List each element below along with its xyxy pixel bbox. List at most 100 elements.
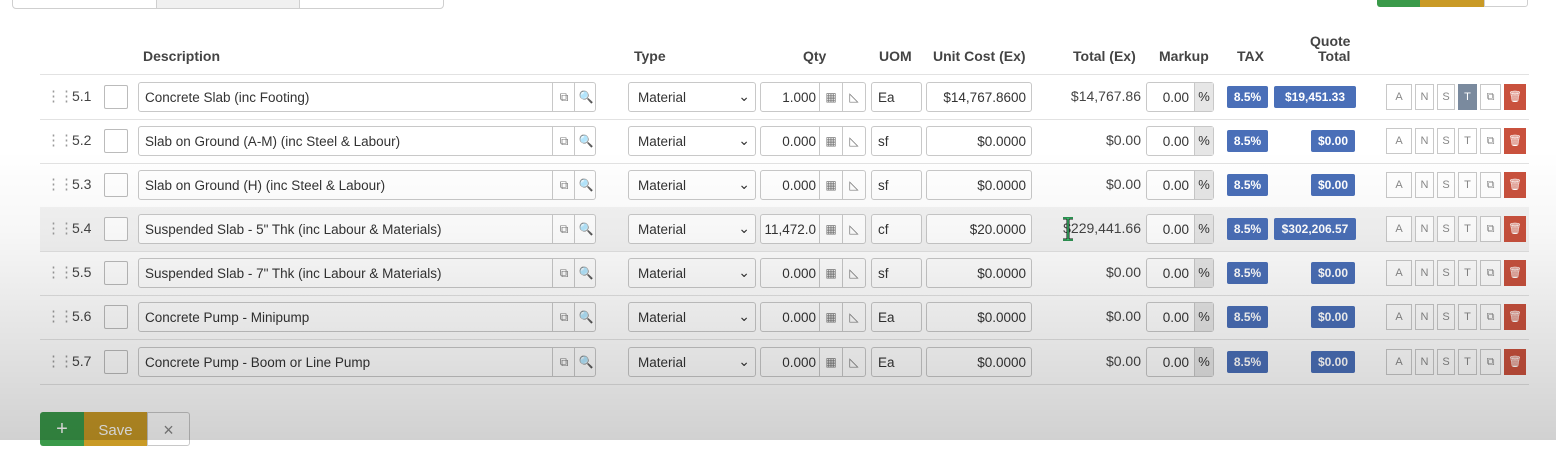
description-input[interactable]: Concrete Slab (inc Footing) ⧉ 🔍 [138, 82, 596, 112]
tax-badge[interactable]: 8.5% [1227, 86, 1268, 108]
unit-cost-input[interactable]: $0.0000 [926, 302, 1032, 332]
action-a-button[interactable]: A [1386, 216, 1412, 242]
uom-input[interactable]: Ea [871, 347, 922, 377]
duplicate-icon[interactable]: ⧉ [1480, 349, 1501, 375]
type-select[interactable]: Material ⌄ [628, 347, 756, 377]
row-checkbox[interactable] [104, 217, 128, 241]
cancel-button[interactable]: × [147, 412, 190, 446]
copy-icon[interactable]: ⧉ [552, 127, 575, 155]
search-icon[interactable]: 🔍 [574, 348, 597, 376]
calculator-icon[interactable]: ▦ [819, 303, 842, 331]
action-a-button[interactable]: A [1386, 304, 1412, 330]
description-input[interactable]: Slab on Ground (H) (inc Steel & Labour) ⧉… [138, 170, 596, 200]
type-select[interactable]: Material ⌄ [628, 214, 756, 244]
duplicate-icon[interactable]: ⧉ [1480, 84, 1501, 110]
copy-icon[interactable]: ⧉ [552, 83, 575, 111]
type-select[interactable]: Material ⌄ [628, 302, 756, 332]
qty-input[interactable]: 11,472.0 ▦ ◺ [760, 214, 866, 244]
action-a-button[interactable]: A [1386, 260, 1412, 286]
qty-input[interactable]: 0.000 ▦ ◺ [760, 347, 866, 377]
action-a-button[interactable]: A [1386, 84, 1412, 110]
qty-input[interactable]: 0.000 ▦ ◺ [760, 302, 866, 332]
type-select[interactable]: Material ⌄ [628, 82, 756, 112]
action-t-button[interactable]: T [1458, 216, 1477, 242]
search-icon[interactable]: 🔍 [574, 303, 597, 331]
action-n-button[interactable]: N [1415, 260, 1434, 286]
action-a-button[interactable]: A [1386, 128, 1412, 154]
ruler-icon[interactable]: ◺ [842, 259, 865, 287]
markup-input[interactable]: 0.00% [1146, 347, 1214, 377]
calculator-icon[interactable]: ▦ [819, 83, 842, 111]
ruler-icon[interactable]: ◺ [842, 127, 865, 155]
qty-input[interactable]: 0.000 ▦ ◺ [760, 170, 866, 200]
duplicate-icon[interactable]: ⧉ [1480, 304, 1501, 330]
action-n-button[interactable]: N [1415, 304, 1434, 330]
markup-input[interactable]: 0.00% [1146, 126, 1214, 156]
action-t-button[interactable]: T [1458, 128, 1477, 154]
action-s-button[interactable]: S [1437, 216, 1455, 242]
uom-input[interactable]: sf [871, 126, 922, 156]
tax-badge[interactable]: 8.5% [1227, 262, 1268, 284]
duplicate-icon[interactable]: ⧉ [1480, 216, 1501, 242]
action-a-button[interactable]: A [1386, 349, 1412, 375]
search-icon[interactable]: 🔍 [574, 83, 597, 111]
calculator-icon[interactable]: ▦ [819, 215, 842, 243]
action-t-button[interactable]: T [1458, 172, 1477, 198]
qty-input[interactable]: 0.000 ▦ ◺ [760, 126, 866, 156]
drag-handle-icon[interactable]: ⋮⋮ [46, 221, 74, 237]
search-icon[interactable]: 🔍 [574, 215, 597, 243]
copy-icon[interactable]: ⧉ [552, 171, 575, 199]
unit-cost-input[interactable]: $20.0000 [926, 214, 1032, 244]
type-select[interactable]: Material ⌄ [628, 170, 756, 200]
unit-cost-input[interactable]: $0.0000 [926, 258, 1032, 288]
action-s-button[interactable]: S [1437, 84, 1455, 110]
search-icon[interactable]: 🔍 [574, 259, 597, 287]
drag-handle-icon[interactable]: ⋮⋮ [46, 309, 74, 325]
ruler-icon[interactable]: ◺ [842, 83, 865, 111]
description-input[interactable]: Concrete Pump - Boom or Line Pump ⧉ 🔍 [138, 347, 596, 377]
markup-input[interactable]: 0.00% [1146, 214, 1214, 244]
tax-badge[interactable]: 8.5% [1227, 130, 1268, 152]
type-select[interactable]: Material ⌄ [628, 258, 756, 288]
uom-input[interactable]: Ea [871, 82, 922, 112]
action-n-button[interactable]: N [1415, 84, 1434, 110]
row-checkbox[interactable] [104, 129, 128, 153]
description-input[interactable]: Suspended Slab - 7" Thk (inc Labour & Ma… [138, 258, 596, 288]
row-checkbox[interactable] [104, 261, 128, 285]
drag-handle-icon[interactable]: ⋮⋮ [46, 133, 74, 149]
drag-handle-icon[interactable]: ⋮⋮ [46, 354, 74, 370]
ruler-icon[interactable]: ◺ [842, 303, 865, 331]
uom-input[interactable]: sf [871, 170, 922, 200]
unit-cost-input[interactable]: $14,767.8600 [926, 82, 1032, 112]
delete-icon[interactable]: 🗑 [1504, 260, 1526, 286]
delete-icon[interactable]: 🗑 [1504, 128, 1526, 154]
duplicate-icon[interactable]: ⧉ [1480, 128, 1501, 154]
save-button[interactable]: Save [84, 412, 147, 446]
uom-input[interactable]: Ea [871, 302, 922, 332]
delete-icon[interactable]: 🗑 [1504, 349, 1526, 375]
action-n-button[interactable]: N [1415, 128, 1434, 154]
copy-icon[interactable]: ⧉ [552, 348, 575, 376]
delete-icon[interactable]: 🗑 [1504, 84, 1526, 110]
calculator-icon[interactable]: ▦ [819, 348, 842, 376]
drag-handle-icon[interactable]: ⋮⋮ [46, 265, 74, 281]
uom-input[interactable]: cf [871, 214, 922, 244]
description-input[interactable]: Concrete Pump - Minipump ⧉ 🔍 [138, 302, 596, 332]
row-checkbox[interactable] [104, 350, 128, 374]
copy-icon[interactable]: ⧉ [552, 215, 575, 243]
action-s-button[interactable]: S [1437, 260, 1455, 286]
action-t-button[interactable]: T [1458, 84, 1477, 110]
tax-badge[interactable]: 8.5% [1227, 351, 1268, 373]
calculator-icon[interactable]: ▦ [819, 259, 842, 287]
qty-input[interactable]: 1.000 ▦ ◺ [760, 82, 866, 112]
calculator-icon[interactable]: ▦ [819, 171, 842, 199]
delete-icon[interactable]: 🗑 [1504, 304, 1526, 330]
tax-badge[interactable]: 8.5% [1227, 306, 1268, 328]
action-s-button[interactable]: S [1437, 128, 1455, 154]
type-select[interactable]: Material ⌄ [628, 126, 756, 156]
row-checkbox[interactable] [104, 305, 128, 329]
ruler-icon[interactable]: ◺ [842, 171, 865, 199]
qty-input[interactable]: 0.000 ▦ ◺ [760, 258, 866, 288]
markup-input[interactable]: 0.00% [1146, 170, 1214, 200]
duplicate-icon[interactable]: ⧉ [1480, 260, 1501, 286]
